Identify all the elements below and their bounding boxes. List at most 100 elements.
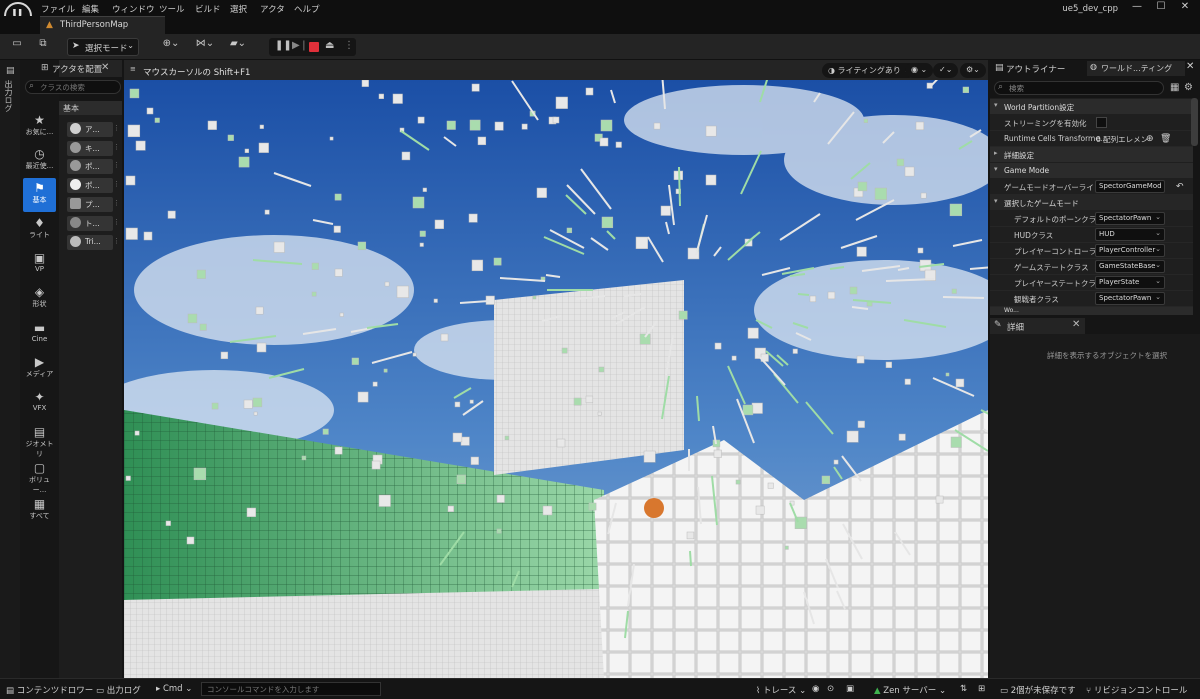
skip-frame-button[interactable]: ▶❘ bbox=[292, 40, 308, 51]
actor-item[interactable]: ア... ⋮ bbox=[67, 122, 120, 137]
category-basic[interactable]: ⚑ 基本 bbox=[23, 178, 56, 212]
category-lights[interactable]: ♦ ライト bbox=[23, 213, 56, 247]
video-icon[interactable]: ▣ bbox=[846, 684, 854, 694]
close-window-button[interactable]: ✕ bbox=[1175, 1, 1195, 12]
maximize-button[interactable]: ☐ bbox=[1151, 1, 1171, 12]
section-next[interactable]: Wo... bbox=[990, 307, 1193, 315]
class-search-input[interactable]: ⌕ クラスの検索 bbox=[25, 80, 121, 94]
unsaved-button[interactable]: ▭ 2個が未保存です bbox=[1000, 684, 1076, 696]
settings-gear-icon[interactable]: ⚙ bbox=[1184, 82, 1193, 93]
source-control-icon[interactable]: ⊞ bbox=[978, 684, 985, 694]
console-command-input[interactable]: コンソールコマンドを入力します bbox=[201, 682, 381, 696]
close-details-button[interactable]: ✕ bbox=[1072, 319, 1080, 330]
eject-button[interactable]: ⏏ bbox=[325, 40, 334, 51]
add-element-icon[interactable]: ⊕ bbox=[1146, 134, 1154, 144]
viewport-menu-icon[interactable]: ≡ bbox=[130, 65, 136, 73]
category-label: 形状 bbox=[32, 300, 47, 308]
world-settings-search[interactable]: ⌕ 検索 bbox=[994, 81, 1164, 95]
add-content-button[interactable]: ⊕⌄ bbox=[158, 38, 184, 56]
stop-button[interactable] bbox=[309, 42, 319, 52]
tab-world-settings[interactable]: ◍ ワールド...ティング bbox=[1087, 61, 1185, 76]
trace-button[interactable]: ⌇ トレース ⌄ bbox=[756, 684, 806, 696]
reset-arrow-icon[interactable]: ↶ bbox=[1176, 182, 1184, 192]
level-viewport[interactable] bbox=[124, 80, 988, 678]
spectator-class-dropdown[interactable]: SpectatorPawn ⌄ bbox=[1095, 292, 1165, 305]
lighting-mode-button[interactable]: ◑ ライティングあり ⌄ bbox=[822, 63, 917, 78]
category-vp[interactable]: ▣ VP bbox=[23, 248, 56, 282]
category-shapes[interactable]: ◈ 形状 bbox=[23, 282, 56, 316]
menu-actor[interactable]: アクタ bbox=[260, 3, 285, 15]
debris-cube bbox=[904, 378, 911, 385]
category-volumes[interactable]: ▢ ボリュー... bbox=[23, 458, 56, 494]
output-log-vertical-tab[interactable]: 出力ログ bbox=[3, 80, 14, 112]
close-place-actors-button[interactable]: ✕ bbox=[101, 62, 109, 73]
section-advanced[interactable]: ▸ 詳細設定 bbox=[990, 147, 1193, 162]
show-button[interactable]: ◉ ⌄ bbox=[905, 63, 934, 78]
player-controller-dropdown[interactable]: PlayerController ⌄ bbox=[1095, 244, 1165, 257]
output-log-button[interactable]: ▭ 出力ログ bbox=[96, 684, 141, 696]
menu-edit[interactable]: 編集 bbox=[82, 3, 99, 15]
revision-control-button[interactable]: ⑂ リビジョンコントロール bbox=[1086, 684, 1187, 696]
actor-item[interactable]: プ... ⋮ bbox=[67, 197, 120, 212]
world-settings-scrollbar[interactable] bbox=[1191, 98, 1198, 146]
play-options-icon[interactable]: ⋮ bbox=[344, 40, 354, 51]
save-icon[interactable]: ▭ bbox=[10, 38, 24, 56]
menu-build[interactable]: ビルド bbox=[195, 3, 221, 15]
cmd-selector[interactable]: ▸ Cmd ⌄ bbox=[156, 684, 192, 694]
menu-help[interactable]: ヘルプ bbox=[294, 3, 320, 15]
menu-select[interactable]: 選択 bbox=[230, 3, 247, 15]
hud-class-dropdown[interactable]: HUD ⌄ bbox=[1095, 228, 1165, 241]
table-view-icon[interactable]: ▦ bbox=[1170, 82, 1179, 93]
category-cine[interactable]: ▬ Cine bbox=[23, 318, 56, 352]
category-recent[interactable]: ◷ 最近使... bbox=[23, 144, 56, 178]
trash-icon[interactable]: 🗑 bbox=[1160, 134, 1171, 144]
actor-item[interactable]: ポ... ⋮ bbox=[67, 178, 120, 193]
debris-cube bbox=[678, 310, 688, 320]
menu-window[interactable]: ウィンドウ bbox=[112, 3, 155, 15]
revision-icon: ⑂ bbox=[1086, 686, 1094, 696]
snapshot-icon[interactable]: ⊙ bbox=[827, 684, 834, 694]
actor-item[interactable]: Tri... ⋮ bbox=[67, 235, 120, 250]
category-label: 最近使... bbox=[25, 162, 54, 170]
category-vfx[interactable]: ✦ VFX bbox=[23, 387, 56, 421]
place-actors-icon[interactable]: ▤ bbox=[6, 66, 15, 76]
section-game-mode[interactable]: ▾ Game Mode bbox=[990, 163, 1193, 178]
menu-file[interactable]: ファイル bbox=[41, 3, 75, 15]
select-mode-button[interactable]: ➤ 選択モード ⌄ bbox=[67, 38, 139, 56]
gm-override-dropdown[interactable]: SpectorGameMod bbox=[1095, 180, 1165, 193]
content-drawer-button[interactable]: ▤ コンテンツドロワー bbox=[6, 684, 93, 696]
actor-item[interactable]: ポ... ⋮ bbox=[67, 159, 120, 174]
category-favorites[interactable]: ★ お気に... bbox=[23, 110, 56, 144]
star-icon: ★ bbox=[34, 113, 45, 127]
actor-item[interactable]: ト... ⋮ bbox=[67, 216, 120, 231]
default-pawn-dropdown[interactable]: SpectatorPawn ⌄ bbox=[1095, 212, 1165, 225]
category-geometry[interactable]: ▤ ジオメトリ bbox=[23, 422, 56, 458]
zen-server-button[interactable]: ▲ Zen サーバー ⌄ bbox=[874, 684, 946, 696]
section-selected-gamemode[interactable]: ▾ 選択したゲームモード bbox=[990, 195, 1193, 210]
section-world-partition[interactable]: ▾ World Partition設定 bbox=[990, 99, 1193, 114]
performance-button[interactable]: ✓⌄ bbox=[933, 63, 959, 78]
debris-cube bbox=[361, 80, 369, 87]
viewport-settings-button[interactable]: ⚙⌄ bbox=[960, 63, 986, 78]
close-world-settings-button[interactable]: ✕ bbox=[1186, 61, 1194, 72]
category-media[interactable]: ▶ メディア bbox=[23, 352, 56, 386]
cinematics-button[interactable]: ▰⌄ bbox=[225, 38, 251, 56]
tab-outliner[interactable]: アウトライナー bbox=[1006, 63, 1065, 75]
derived-data-icon[interactable]: ⇅ bbox=[960, 684, 967, 694]
minimize-button[interactable]: — bbox=[1127, 1, 1147, 12]
menu-tools[interactable]: ツール bbox=[159, 3, 185, 15]
game-state-dropdown[interactable]: GameStateBase ⌄ bbox=[1095, 260, 1165, 273]
category-label: ライト bbox=[29, 231, 50, 239]
category-all[interactable]: ▦ すべて bbox=[23, 494, 56, 528]
streaming-checkbox[interactable] bbox=[1096, 117, 1107, 128]
record-icon[interactable]: ◉ bbox=[812, 684, 819, 694]
blueprint-button[interactable]: ⋈⌄ bbox=[192, 38, 218, 56]
browse-icon[interactable]: ⧉ bbox=[35, 38, 51, 56]
row-game-state: ゲームステートクラス GameStateBase ⌄ bbox=[990, 259, 1193, 275]
debris-cube bbox=[767, 482, 774, 489]
actor-item[interactable]: キ... ⋮ bbox=[67, 141, 120, 156]
player-state-dropdown[interactable]: PlayerState ⌄ bbox=[1095, 276, 1165, 289]
pause-button[interactable]: ❚❚ bbox=[275, 40, 292, 51]
pencil-icon: ✎ bbox=[994, 320, 1002, 330]
tab-map[interactable]: ▲ ThirdPersonMap bbox=[40, 16, 165, 34]
